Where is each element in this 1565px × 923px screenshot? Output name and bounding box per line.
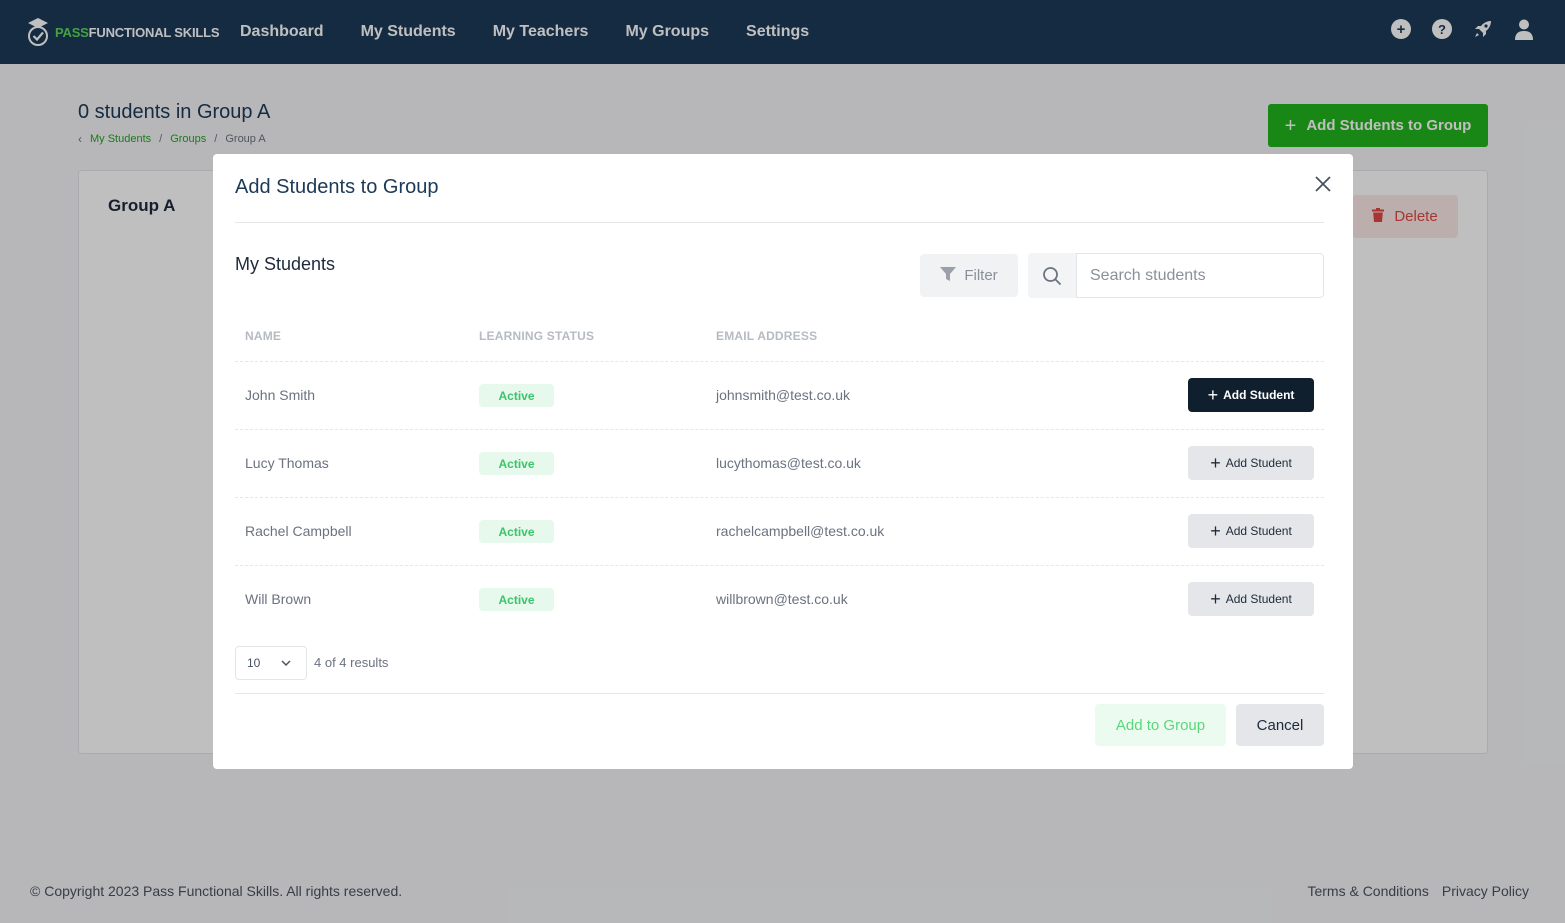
student-name: Lucy Thomas [245, 455, 329, 471]
modal-divider [235, 222, 1324, 223]
close-icon[interactable] [1313, 174, 1333, 194]
student-name: Will Brown [245, 591, 312, 607]
plus-icon: + [1207, 385, 1219, 405]
filter-label: Filter [964, 267, 998, 284]
add-student-button[interactable]: + Add Student [1188, 446, 1314, 480]
cancel-button[interactable]: Cancel [1236, 704, 1324, 746]
table-row: Will Brown Active willbrown@test.co.uk +… [235, 566, 1324, 634]
table-header: NAME LEARNING STATUS EMAIL ADDRESS [235, 318, 1324, 362]
student-name: Rachel Campbell [245, 523, 352, 539]
add-student-button[interactable]: + Add Student [1188, 378, 1314, 412]
add-student-label: Add Student [1223, 388, 1295, 402]
status-badge: Active [479, 452, 554, 475]
add-students-modal: Add Students to Group My Students Filter… [213, 154, 1353, 769]
student-email: lucythomas@test.co.uk [716, 455, 861, 471]
chevron-down-icon [280, 657, 292, 672]
add-student-label: Add Student [1225, 524, 1292, 538]
student-name: John Smith [245, 387, 316, 403]
search-icon[interactable] [1028, 253, 1076, 298]
add-student-label: Add Student [1225, 456, 1292, 470]
status-badge: Active [479, 384, 554, 407]
column-header-email[interactable]: EMAIL ADDRESS [716, 329, 817, 343]
page-size-select[interactable]: 10 [235, 646, 307, 680]
results-count: 4 of 4 results [314, 655, 389, 670]
modal-title: Add Students to Group [235, 176, 439, 198]
plus-icon: + [1210, 521, 1221, 541]
section-title: My Students [235, 254, 336, 274]
status-badge: Active [479, 520, 554, 543]
status-badge: Active [479, 588, 554, 611]
student-email: rachelcampbell@test.co.uk [716, 523, 885, 539]
student-email: willbrown@test.co.uk [716, 591, 848, 607]
filter-button[interactable]: Filter [920, 254, 1018, 297]
search-input[interactable] [1076, 253, 1324, 298]
plus-icon: + [1210, 453, 1221, 473]
page-size-value: 10 [247, 656, 261, 670]
search-box [1028, 253, 1324, 298]
modal-footer-divider [235, 693, 1324, 694]
plus-icon: + [1210, 589, 1221, 609]
add-student-button[interactable]: + Add Student [1188, 514, 1314, 548]
table-row: Rachel Campbell Active rachelcampbell@te… [235, 498, 1324, 566]
add-student-label: Add Student [1225, 592, 1292, 606]
filter-icon [940, 266, 957, 285]
students-table: NAME LEARNING STATUS EMAIL ADDRESS John … [235, 318, 1324, 634]
student-email: johnsmith@test.co.uk [716, 387, 851, 403]
table-row: Lucy Thomas Active lucythomas@test.co.uk… [235, 430, 1324, 498]
table-row: John Smith Active johnsmith@test.co.uk +… [235, 362, 1324, 430]
add-student-button[interactable]: + Add Student [1188, 582, 1314, 616]
column-header-learning-status[interactable]: LEARNING STATUS [479, 329, 594, 343]
add-to-group-button[interactable]: Add to Group [1095, 704, 1226, 746]
column-header-name[interactable]: NAME [245, 329, 281, 343]
